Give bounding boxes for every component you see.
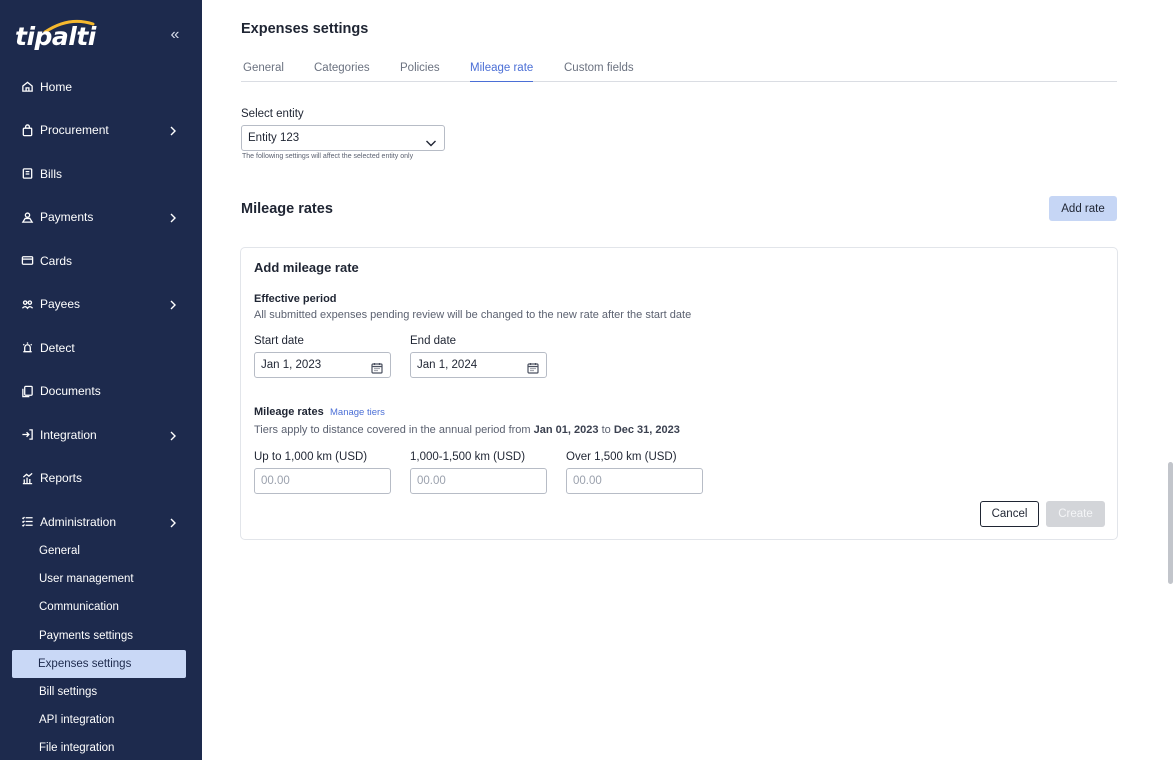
card-icon bbox=[20, 254, 34, 268]
tier-3-input[interactable] bbox=[566, 468, 703, 494]
nav-item-bills[interactable]: Bills bbox=[0, 152, 202, 196]
page-title: Expenses settings bbox=[241, 21, 369, 37]
subnav-expenses-settings[interactable]: Expenses settings bbox=[12, 649, 186, 678]
tab-general[interactable]: General bbox=[243, 56, 284, 82]
nav-label: Integration bbox=[40, 427, 97, 442]
select-entity-label: Select entity bbox=[241, 108, 304, 120]
end-date-label: End date bbox=[410, 335, 457, 347]
home-icon bbox=[20, 80, 34, 94]
mileage-rates-title: Mileage rates bbox=[241, 201, 333, 217]
detect-icon bbox=[20, 341, 34, 355]
subnav-general[interactable]: General bbox=[0, 537, 202, 565]
entity-select[interactable]: Entity 123 bbox=[241, 125, 445, 151]
reports-icon bbox=[20, 471, 34, 485]
tab-categories[interactable]: Categories bbox=[314, 56, 370, 82]
calendar-icon[interactable] bbox=[527, 359, 539, 374]
effective-period-description: All submitted expenses pending review wi… bbox=[254, 309, 692, 321]
entity-help-text: The following settings will affect the s… bbox=[242, 153, 414, 160]
tier-2-label: 1,000-1,500 km (USD) bbox=[410, 451, 526, 463]
nav-item-payments[interactable]: Payments bbox=[0, 196, 202, 240]
manage-tiers-link[interactable]: Manage tiers bbox=[330, 407, 385, 418]
cancel-button[interactable]: Cancel bbox=[980, 501, 1039, 527]
collapse-sidebar-button[interactable]: « bbox=[166, 26, 184, 44]
nav-item-reports[interactable]: Reports bbox=[0, 457, 202, 501]
nav-label: Home bbox=[40, 79, 73, 94]
bill-icon bbox=[20, 167, 34, 181]
start-date-value: Jan 1, 2023 bbox=[261, 359, 322, 371]
tier-3-label: Over 1,500 km (USD) bbox=[566, 451, 677, 463]
chevron-right-icon bbox=[168, 430, 178, 441]
chevron-down-icon bbox=[425, 133, 437, 147]
chevron-right-icon bbox=[168, 299, 178, 310]
add-rate-button[interactable]: Add rate bbox=[1049, 196, 1117, 221]
subnav-user-management[interactable]: User management bbox=[0, 565, 202, 593]
tab-mileage-rate[interactable]: Mileage rate bbox=[470, 56, 534, 82]
subnav-bill-settings[interactable]: Bill settings bbox=[0, 678, 202, 706]
nav-item-documents[interactable]: Documents bbox=[0, 370, 202, 414]
entity-select-value: Entity 123 bbox=[248, 132, 300, 144]
nav-item-payees[interactable]: Payees bbox=[0, 283, 202, 327]
settings-tabs: General Categories Policies Mileage rate… bbox=[241, 56, 1117, 82]
nav-label: Detect bbox=[40, 340, 75, 355]
bag-icon bbox=[20, 123, 34, 137]
card-title: Add mileage rate bbox=[254, 260, 359, 275]
main-nav: Home Procurement Bills Payments Cards Pa… bbox=[0, 65, 202, 544]
administration-subnav: General User management Communication Pa… bbox=[0, 537, 202, 760]
sidebar: tipalti « Home Procurement Bills Payment… bbox=[0, 0, 202, 760]
payments-icon bbox=[20, 210, 34, 224]
end-date-value: Jan 1, 2024 bbox=[417, 359, 478, 371]
end-date-input[interactable]: Jan 1, 2024 bbox=[410, 352, 547, 378]
nav-item-cards[interactable]: Cards bbox=[0, 239, 202, 283]
nav-item-detect[interactable]: Detect bbox=[0, 326, 202, 370]
start-date-label: Start date bbox=[254, 335, 304, 347]
tiers-description: Tiers apply to distance covered in the a… bbox=[254, 424, 680, 436]
subnav-communication[interactable]: Communication bbox=[0, 593, 202, 621]
page-scrollbar[interactable] bbox=[1168, 462, 1173, 584]
logo-text: tipalti bbox=[15, 22, 96, 51]
subnav-api-integration[interactable]: API integration bbox=[0, 706, 202, 734]
nav-label: Procurement bbox=[40, 123, 109, 138]
start-date-input[interactable]: Jan 1, 2023 bbox=[254, 352, 391, 378]
nav-label: Reports bbox=[40, 471, 83, 486]
tiers-desc-prefix: Tiers apply to distance covered in the a… bbox=[254, 424, 531, 436]
integration-icon bbox=[20, 428, 34, 442]
effective-period-title: Effective period bbox=[254, 293, 337, 305]
nav-item-procurement[interactable]: Procurement bbox=[0, 109, 202, 153]
tipalti-logo[interactable]: tipalti bbox=[15, 18, 96, 52]
payees-icon bbox=[20, 297, 34, 311]
tiers-to-date: Dec 31, 2023 bbox=[613, 424, 680, 436]
tiers-to-word: to bbox=[601, 424, 611, 436]
tab-policies[interactable]: Policies bbox=[400, 56, 440, 82]
nav-label: Payments bbox=[40, 210, 94, 225]
nav-label: Cards bbox=[40, 253, 73, 268]
create-button[interactable]: Create bbox=[1046, 501, 1105, 527]
nav-label: Payees bbox=[40, 297, 81, 312]
subnav-payments-settings[interactable]: Payments settings bbox=[0, 622, 202, 650]
nav-item-integration[interactable]: Integration bbox=[0, 413, 202, 457]
mileage-rates-subtitle: Mileage rates bbox=[254, 406, 324, 418]
documents-icon bbox=[20, 384, 34, 398]
administration-icon bbox=[20, 515, 34, 529]
tier-1-input[interactable] bbox=[254, 468, 391, 494]
nav-item-home[interactable]: Home bbox=[0, 65, 202, 109]
calendar-icon[interactable] bbox=[371, 359, 383, 374]
chevron-right-icon bbox=[168, 517, 178, 528]
add-mileage-rate-card: Add mileage rate Effective period All su… bbox=[240, 247, 1118, 540]
main-content: Expenses settings General Categories Pol… bbox=[202, 0, 1173, 760]
tiers-from-date: Jan 01, 2023 bbox=[533, 424, 599, 436]
tier-1-label: Up to 1,000 km (USD) bbox=[254, 451, 368, 463]
tier-2-input[interactable] bbox=[410, 468, 547, 494]
subnav-file-integration[interactable]: File integration bbox=[0, 734, 202, 760]
nav-label: Administration bbox=[40, 514, 117, 529]
chevron-right-icon bbox=[168, 125, 178, 136]
nav-label: Bills bbox=[40, 166, 63, 181]
chevron-right-icon bbox=[168, 212, 178, 223]
nav-label: Documents bbox=[40, 384, 101, 399]
tab-custom-fields[interactable]: Custom fields bbox=[564, 56, 634, 82]
